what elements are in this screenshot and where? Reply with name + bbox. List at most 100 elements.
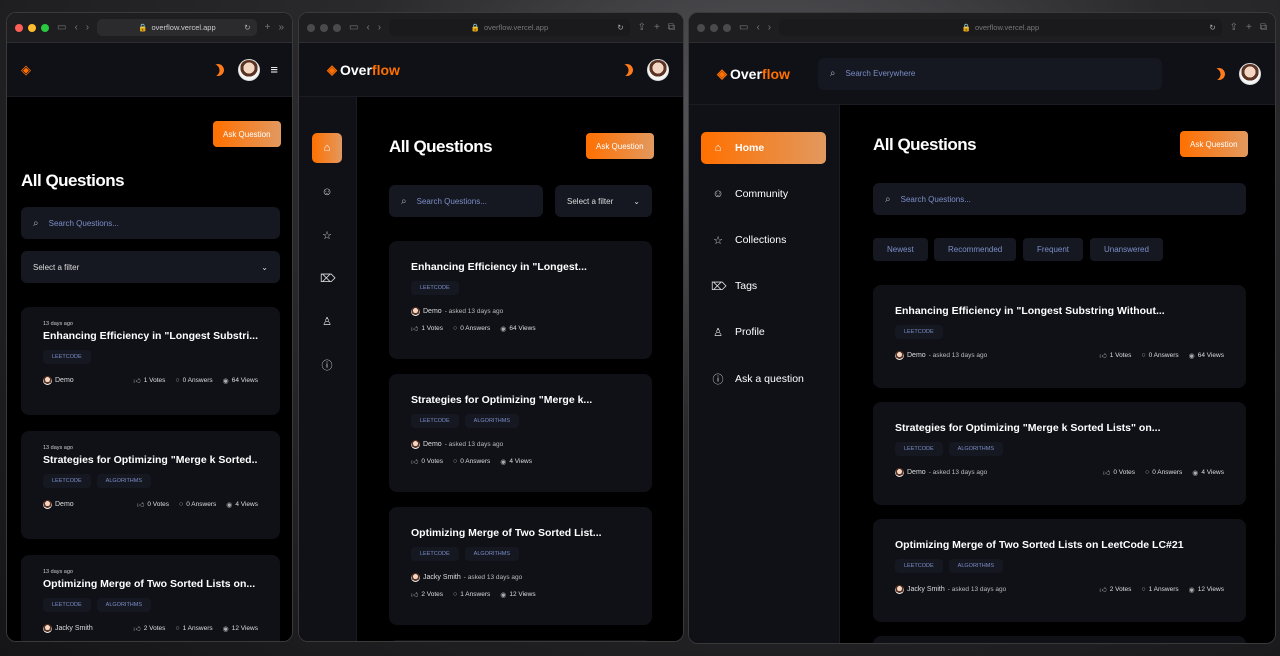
logo-icon[interactable]: ◈ [21, 62, 31, 78]
tag[interactable]: LEETCODE [895, 559, 943, 573]
question-card[interactable]: Enhancing Efficiency in "Longest... LEET… [389, 241, 652, 359]
author-name[interactable]: Demo [55, 501, 74, 508]
tag[interactable]: LEETCODE [411, 281, 459, 295]
zoom-dot[interactable] [333, 23, 341, 32]
sidebar-item-home[interactable]: ⌂ Home [701, 132, 826, 164]
sidebar-item-collections[interactable]: ☆ [312, 220, 342, 250]
author-name[interactable]: Demo [423, 308, 442, 315]
sidebar-item-community[interactable]: ☺ Community [701, 178, 826, 210]
filter-select[interactable]: Select a filter ⌄ [555, 185, 652, 217]
ask-question-button[interactable]: Ask Question [213, 121, 281, 147]
minimize-dot[interactable] [320, 23, 328, 32]
tag[interactable]: LEETCODE [43, 598, 91, 612]
theme-toggle-icon[interactable] [619, 61, 635, 77]
question-title[interactable]: Enhancing Efficiency in "Longest Substri… [895, 305, 1224, 317]
question-card[interactable]: Optimizing Merge of Two Sorted Lists on … [873, 519, 1246, 622]
author-name[interactable]: Demo [55, 377, 74, 384]
search-input[interactable]: ⌕ Search Questions... [873, 183, 1246, 215]
tag[interactable]: LEETCODE [43, 474, 91, 488]
avatar[interactable] [1239, 62, 1261, 85]
tabs-overview-icon[interactable]: ⧉ [1260, 22, 1267, 33]
author-name[interactable]: Jacky Smith [55, 625, 93, 632]
back-icon[interactable]: ‹ [366, 22, 369, 33]
back-icon[interactable]: ‹ [74, 22, 77, 33]
address-bar[interactable]: 🔒 overflow.vercel.app ↻ [389, 19, 630, 36]
minimize-dot[interactable] [28, 23, 36, 32]
sidebar-item-community[interactable]: ☺ [312, 177, 342, 207]
zoom-dot[interactable] [41, 23, 49, 32]
author-name[interactable]: Demo [423, 441, 442, 448]
question-title[interactable]: Strategies for Optimizing "Merge k Sorte… [43, 454, 258, 466]
tag[interactable]: ALGORITHMS [96, 598, 152, 612]
question-card[interactable]: Enhancing Efficiency in "Longest Substri… [873, 285, 1246, 388]
sidebar-toggle-icon[interactable]: ▭ [57, 22, 66, 33]
filter-newest[interactable]: Newest [873, 238, 928, 261]
sidebar-item-profile[interactable]: ♙ [312, 306, 342, 336]
sidebar-item-collections[interactable]: ☆ Collections [701, 224, 826, 256]
tag[interactable]: LEETCODE [895, 325, 943, 339]
question-title[interactable]: Optimizing Merge of Two Sorted Lists on.… [43, 578, 258, 590]
question-title[interactable]: Strategies for Optimizing "Merge k Sorte… [895, 422, 1224, 434]
question-title[interactable]: Strategies for Optimizing "Merge k... [411, 394, 630, 406]
forward-icon[interactable]: › [768, 22, 771, 33]
search-input[interactable]: ⌕ Search Questions... [389, 185, 543, 217]
address-bar[interactable]: 🔒 overflow.vercel.app ↻ [779, 19, 1222, 36]
tag[interactable]: LEETCODE [43, 350, 91, 364]
close-dot[interactable] [15, 23, 23, 32]
question-card[interactable]: 13 days ago Optimizing Merge of Two Sort… [21, 555, 280, 641]
tag[interactable]: ALGORITHMS [464, 414, 520, 428]
theme-toggle-icon[interactable] [210, 61, 226, 77]
author-name[interactable]: Jacky Smith [907, 586, 945, 593]
global-search-input[interactable]: ⌕ Search Everywhere [817, 57, 1162, 90]
sidebar-toggle-icon[interactable]: ▭ [739, 22, 748, 33]
share-icon[interactable]: ⇪ [1230, 22, 1238, 33]
menu-icon[interactable]: ≡ [270, 62, 278, 77]
close-dot[interactable] [307, 23, 315, 32]
tag[interactable]: ALGORITHMS [948, 442, 1004, 456]
back-icon[interactable]: ‹ [756, 22, 759, 33]
question-card[interactable]: Strategies for Optimizing "Merge k Sorte… [873, 402, 1246, 505]
ask-question-button[interactable]: Ask Question [586, 133, 654, 159]
tag[interactable]: LEETCODE [895, 442, 943, 456]
sidebar-toggle-icon[interactable]: ▭ [349, 22, 358, 33]
question-card-partial[interactable] [873, 636, 1246, 643]
avatar[interactable] [647, 58, 669, 81]
theme-toggle-icon[interactable] [1211, 65, 1227, 81]
reload-icon[interactable]: ↻ [244, 23, 250, 32]
filter-unanswered[interactable]: Unanswered [1090, 238, 1163, 261]
sidebar-item-ask[interactable]: ⓘ [312, 350, 342, 380]
question-card-partial[interactable] [389, 640, 652, 641]
zoom-dot[interactable] [723, 23, 731, 32]
new-tab-icon[interactable]: + [265, 22, 271, 33]
sidebar-item-tags[interactable]: ⌦ Tags [701, 270, 826, 302]
avatar[interactable] [238, 58, 261, 81]
address-bar[interactable]: 🔒 overflow.vercel.app ↻ [97, 19, 257, 36]
tag[interactable]: LEETCODE [411, 414, 459, 428]
reload-icon[interactable]: ↻ [617, 23, 623, 32]
question-card[interactable]: 13 days ago Strategies for Optimizing "M… [21, 431, 280, 539]
reload-icon[interactable]: ↻ [1209, 23, 1215, 32]
author-name[interactable]: Jacky Smith [423, 574, 461, 581]
forward-icon[interactable]: › [86, 22, 89, 33]
share-icon[interactable]: ⇪ [638, 22, 646, 33]
sidebar-item-profile[interactable]: ♙ Profile [701, 316, 826, 348]
question-card[interactable]: 13 days ago Enhancing Efficiency in "Lon… [21, 307, 280, 415]
ask-question-button[interactable]: Ask Question [1180, 131, 1248, 157]
tag[interactable]: ALGORITHMS [464, 547, 520, 561]
new-tab-icon[interactable]: + [1246, 22, 1252, 33]
sidebar-item-tags[interactable]: ⌦ [312, 263, 342, 293]
tag[interactable]: LEETCODE [411, 547, 459, 561]
author-name[interactable]: Demo [907, 352, 926, 359]
question-title[interactable]: Enhancing Efficiency in "Longest Substri… [43, 330, 258, 342]
sidebar-item-home[interactable]: ⌂ [312, 133, 342, 163]
tag[interactable]: ALGORITHMS [96, 474, 152, 488]
question-card[interactable]: Strategies for Optimizing "Merge k... LE… [389, 374, 652, 492]
filter-select[interactable]: Select a filter ⌄ [21, 251, 280, 283]
tag[interactable]: ALGORITHMS [948, 559, 1004, 573]
search-input[interactable]: ⌕ Search Questions... [21, 207, 280, 239]
close-dot[interactable] [697, 23, 705, 32]
question-title[interactable]: Optimizing Merge of Two Sorted List... [411, 527, 630, 539]
filter-frequent[interactable]: Frequent [1023, 238, 1084, 261]
logo[interactable]: ◈ Over flow [717, 66, 790, 82]
logo[interactable]: ◈ Over flow [327, 62, 400, 78]
